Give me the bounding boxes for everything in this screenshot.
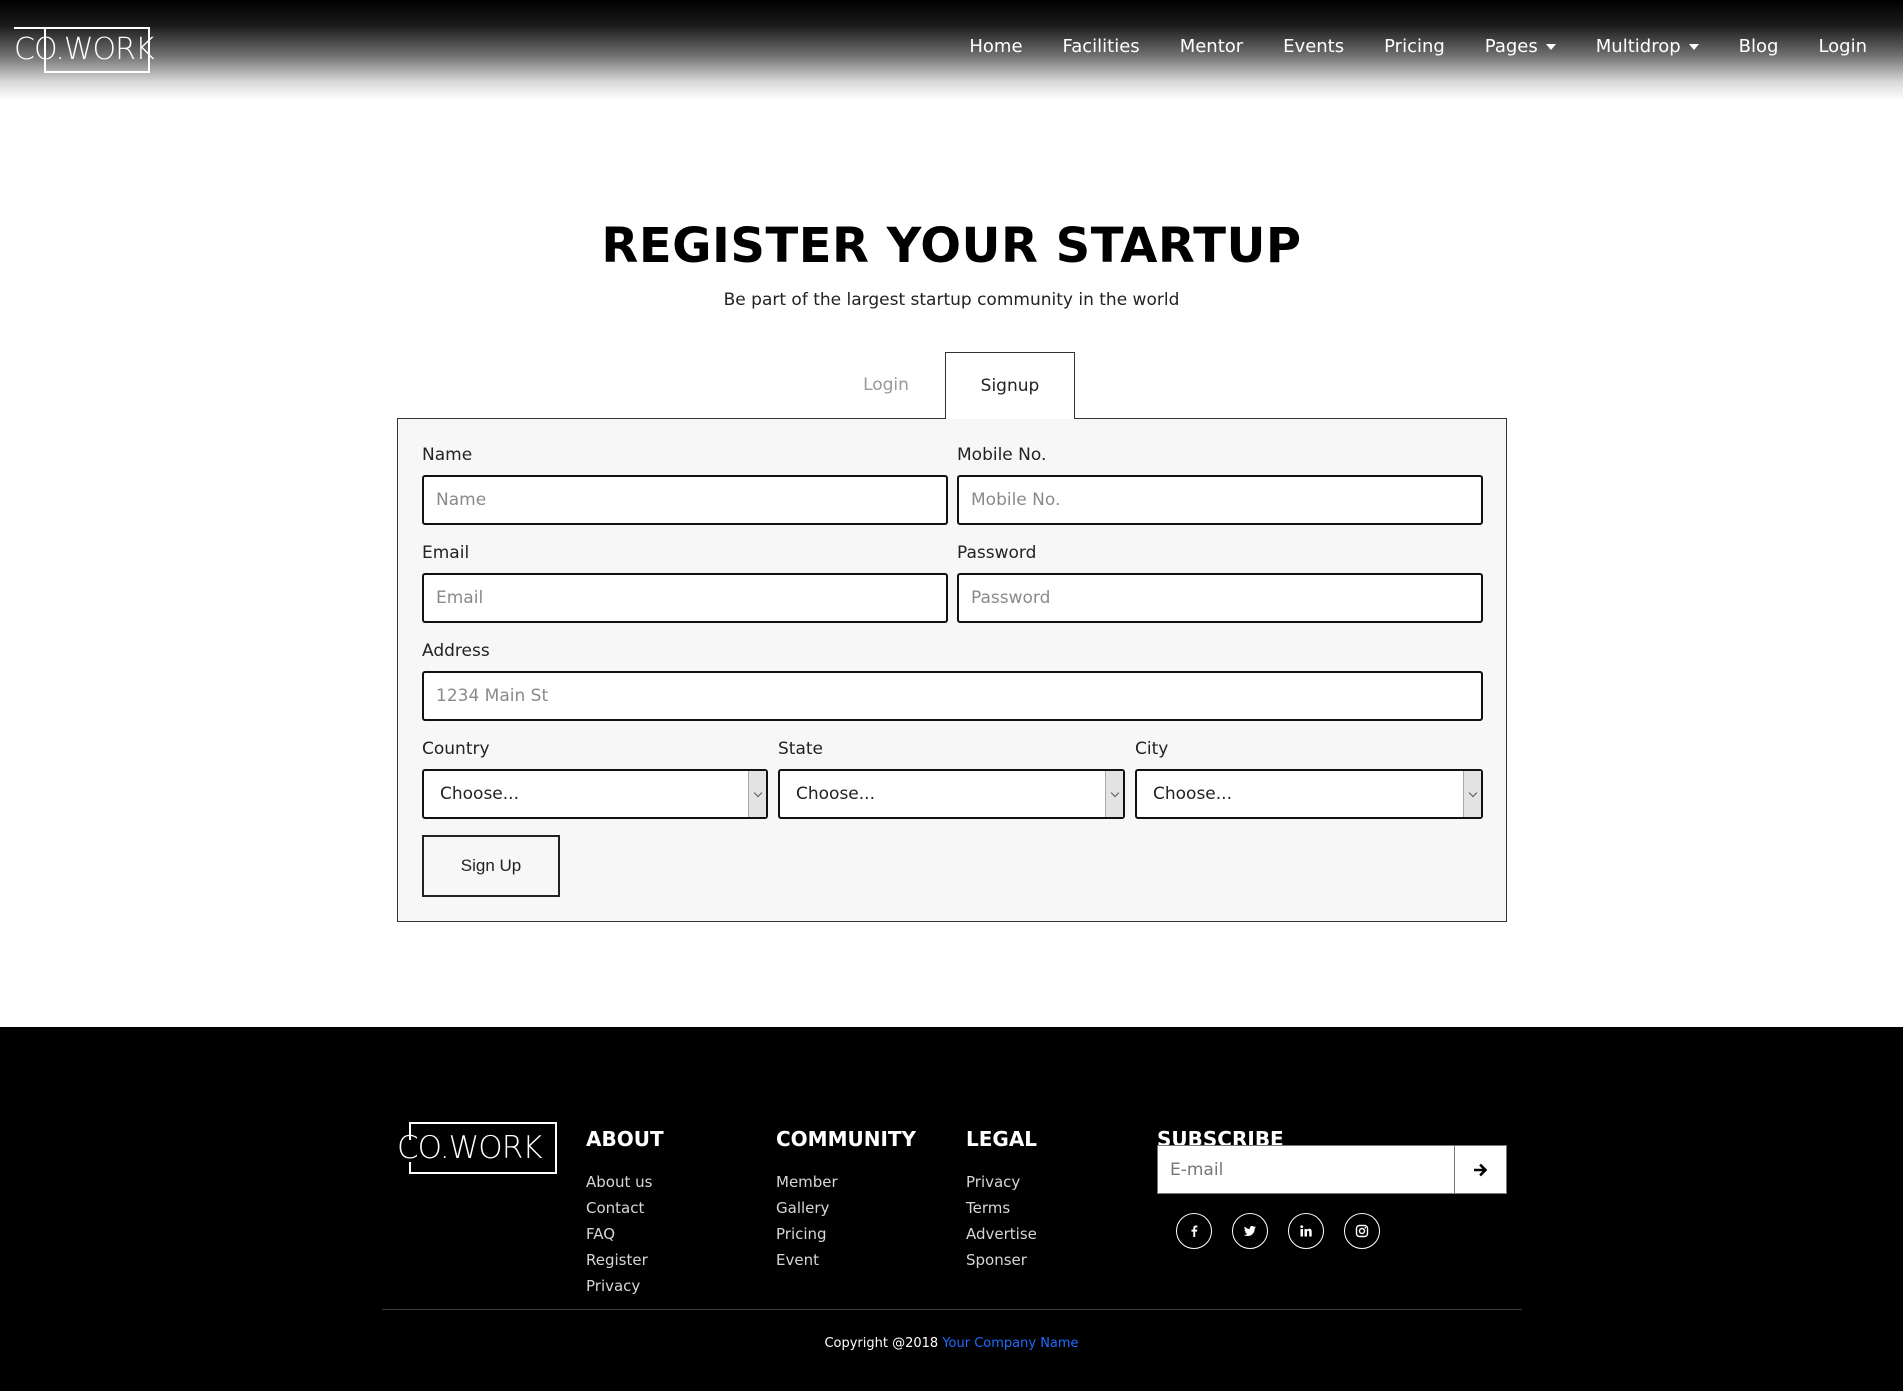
password-label: Password <box>957 543 1037 563</box>
email-label: Email <box>422 543 470 563</box>
address-input[interactable] <box>422 671 1483 721</box>
chevron-down-icon <box>1463 771 1481 817</box>
nav-pages-dropdown[interactable]: Pages <box>1485 36 1556 57</box>
mobile-input[interactable] <box>957 475 1483 525</box>
instagram-icon[interactable] <box>1344 1213 1380 1249</box>
nav-blog[interactable]: Blog <box>1739 36 1779 57</box>
nav-events[interactable]: Events <box>1283 36 1344 57</box>
twitter-icon[interactable] <box>1232 1213 1268 1249</box>
footer-legal-col: LEGAL Privacy Terms Advertise Sponser <box>966 1127 1037 1273</box>
top-navbar: CO.WORK Home Facilities Mentor Events Pr… <box>0 0 1903 100</box>
footer-link-advertise[interactable]: Advertise <box>966 1221 1037 1247</box>
caret-down-icon <box>1688 43 1699 50</box>
name-input[interactable] <box>422 475 948 525</box>
footer-link-contact[interactable]: Contact <box>586 1195 664 1221</box>
footer-link-privacy[interactable]: Privacy <box>586 1273 664 1299</box>
subscribe-email-input[interactable] <box>1158 1146 1455 1193</box>
footer-legal-heading: LEGAL <box>966 1127 1038 1151</box>
facebook-icon[interactable] <box>1176 1213 1212 1249</box>
logo-text: CO.WORK <box>14 32 155 67</box>
mobile-label: Mobile No. <box>957 445 1047 465</box>
page-title: REGISTER YOUR STARTUP <box>601 218 1302 274</box>
footer-link-event[interactable]: Event <box>776 1247 916 1273</box>
name-label: Name <box>422 445 473 465</box>
tab-signup[interactable]: Signup <box>945 352 1075 419</box>
footer-link-register[interactable]: Register <box>586 1247 664 1273</box>
chevron-down-icon <box>748 771 766 817</box>
address-label: Address <box>422 641 490 661</box>
page-subtitle: Be part of the largest startup community… <box>723 290 1180 310</box>
footer-link-gallery[interactable]: Gallery <box>776 1195 916 1221</box>
footer-about-heading: ABOUT <box>586 1127 664 1151</box>
nav-pricing[interactable]: Pricing <box>1384 36 1445 57</box>
footer-logo[interactable]: CO.WORK <box>397 1122 557 1174</box>
country-label: Country <box>422 739 490 759</box>
country-select-value: Choose... <box>440 784 519 804</box>
arrow-right-icon <box>1473 1163 1487 1176</box>
city-select-value: Choose... <box>1153 784 1232 804</box>
state-select[interactable]: Choose... <box>778 769 1125 819</box>
city-select[interactable]: Choose... <box>1135 769 1483 819</box>
state-select-value: Choose... <box>796 784 875 804</box>
footer-link-faq[interactable]: FAQ <box>586 1221 664 1247</box>
brand-logo[interactable]: CO.WORK <box>14 27 155 73</box>
footer-community-heading: COMMUNITY <box>776 1127 917 1151</box>
signup-form: Name Mobile No. Email Password Address C… <box>397 418 1507 922</box>
state-label: State <box>778 739 823 759</box>
footer-link-terms[interactable]: Terms <box>966 1195 1037 1221</box>
footer-link-legal-privacy[interactable]: Privacy <box>966 1169 1037 1195</box>
footer-link-about-us[interactable]: About us <box>586 1169 664 1195</box>
city-label: City <box>1135 739 1169 759</box>
footer-link-member[interactable]: Member <box>776 1169 916 1195</box>
footer-about-col: ABOUT About us Contact FAQ Register Priv… <box>586 1127 664 1299</box>
footer-logo-text: CO.WORK <box>397 1130 543 1166</box>
footer-community-col: COMMUNITY Member Gallery Pricing Event <box>776 1127 916 1273</box>
footer-divider <box>382 1309 1522 1310</box>
footer-link-pricing[interactable]: Pricing <box>776 1221 916 1247</box>
footer-link-sponser[interactable]: Sponser <box>966 1247 1037 1273</box>
nav-home[interactable]: Home <box>969 36 1022 57</box>
linkedin-icon[interactable] <box>1288 1213 1324 1249</box>
subscribe-submit-button[interactable] <box>1455 1146 1506 1193</box>
nav-facilities[interactable]: Facilities <box>1063 36 1140 57</box>
copyright-text: Copyright @2018 <box>824 1336 939 1351</box>
nav-mentor[interactable]: Mentor <box>1180 36 1243 57</box>
main-nav: Home Facilities Mentor Events Pricing Pa… <box>929 36 1867 57</box>
country-select[interactable]: Choose... <box>422 769 768 819</box>
sign-up-button[interactable]: Sign Up <box>422 835 560 897</box>
chevron-down-icon <box>1105 771 1123 817</box>
email-input[interactable] <box>422 573 948 623</box>
tab-login[interactable]: Login <box>840 352 932 418</box>
company-name-link[interactable]: Your Company Name <box>942 1336 1078 1351</box>
nav-multidrop-dropdown[interactable]: Multidrop <box>1596 36 1699 57</box>
social-links <box>1176 1213 1380 1249</box>
caret-down-icon <box>1545 43 1556 50</box>
password-input[interactable] <box>957 573 1483 623</box>
copyright: Copyright @2018 Your Company Name <box>0 1336 1903 1351</box>
nav-login[interactable]: Login <box>1818 36 1867 57</box>
subscribe-form <box>1157 1145 1507 1194</box>
